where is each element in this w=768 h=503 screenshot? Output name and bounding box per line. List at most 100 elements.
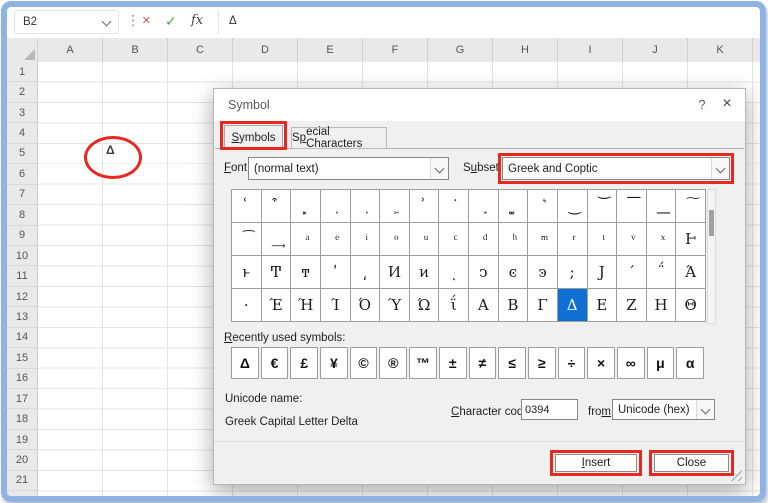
symbol-cell[interactable]: Ί [320, 289, 350, 321]
recent-symbol-cell[interactable]: £ [290, 347, 319, 379]
tab-symbols[interactable]: Symbols [224, 125, 283, 150]
symbol-cell[interactable]: ͛ [528, 190, 557, 222]
formula-input[interactable]: Δ [229, 15, 237, 27]
dropdown-button[interactable] [711, 158, 729, 179]
row-header[interactable]: 21 [7, 471, 37, 492]
recent-symbol-cell[interactable]: ≥ [527, 347, 556, 379]
recent-symbol-cell[interactable]: ¥ [320, 347, 348, 379]
symbol-cell[interactable]: Α [469, 289, 498, 321]
symbol-cell[interactable]: Θ [676, 289, 705, 321]
symbol-cell[interactable]: ͖ [380, 190, 409, 222]
symbol-cell[interactable]: ͯ [646, 223, 676, 255]
help-icon[interactable]: ? [694, 98, 710, 112]
close-icon[interactable]: × [718, 95, 736, 113]
resize-grip[interactable] [730, 469, 742, 481]
symbol-cell[interactable]: · [232, 289, 261, 321]
symbol-cell[interactable]: ͞ [617, 190, 646, 222]
character-code-input[interactable] [521, 399, 578, 420]
column-header[interactable]: B [103, 38, 168, 62]
insert-function-icon[interactable]: fx [191, 13, 203, 28]
symbol-cell[interactable]: ͝ [587, 190, 617, 222]
symbol-cell[interactable]: ͵ [350, 256, 380, 288]
chevron-down-icon[interactable] [101, 16, 112, 27]
recent-symbol-cell[interactable]: μ [646, 347, 675, 379]
column-header[interactable]: J [623, 38, 688, 62]
scrollbar-thumb[interactable] [709, 210, 714, 236]
row-header[interactable]: 11 [7, 266, 37, 287]
symbol-cell[interactable]: ͽ [528, 256, 557, 288]
symbol-cell-selected[interactable]: Δ [557, 289, 587, 321]
font-select[interactable]: (normal text) [248, 157, 449, 180]
recent-symbol-cell[interactable]: © [349, 347, 378, 379]
row-header[interactable]: 17 [7, 389, 37, 410]
recent-symbol-cell[interactable]: × [587, 347, 615, 379]
recent-symbol-cell[interactable]: Δ [231, 347, 259, 379]
symbol-cell[interactable]: ͺ [439, 256, 468, 288]
symbol-cell[interactable]: ͳ [291, 256, 320, 288]
symbol-cell[interactable]: ΄ [617, 256, 646, 288]
symbol-cell[interactable]: ͢ [261, 223, 291, 255]
column-header[interactable]: G [428, 38, 493, 62]
row-header[interactable]: 9 [7, 226, 37, 246]
recent-symbol-cell[interactable]: ∞ [616, 347, 645, 379]
symbol-cell[interactable]: ͷ [409, 256, 439, 288]
symbol-cell[interactable]: Ύ [380, 289, 409, 321]
column-header[interactable]: I [558, 38, 623, 62]
recent-symbol-cell[interactable]: ™ [409, 347, 437, 379]
row-header[interactable]: 15 [7, 348, 37, 369]
symbol-cell[interactable]: ΅ [646, 256, 676, 288]
symbol-cell[interactable]: ͜ [557, 190, 587, 222]
symbol-cell[interactable]: ; [557, 256, 587, 288]
symbol-cell[interactable]: ͤ [320, 223, 350, 255]
row-header[interactable]: 10 [7, 246, 37, 267]
symbol-cell[interactable]: ͗ [409, 190, 439, 222]
symbol-cell[interactable]: Γ [528, 289, 557, 321]
cancel-icon[interactable]: × [142, 12, 151, 29]
symbol-cell[interactable]: ͘ [439, 190, 468, 222]
select-all-corner[interactable] [7, 38, 38, 62]
row-header[interactable]: 13 [7, 307, 37, 328]
symbol-cell[interactable]: Ό [350, 289, 380, 321]
row-header[interactable]: 16 [7, 369, 37, 389]
symbol-cell[interactable]: ͟ [646, 190, 676, 222]
symbol-cell[interactable]: Η [646, 289, 676, 321]
enter-icon[interactable]: ✓ [165, 13, 177, 30]
scrollbar[interactable] [707, 189, 716, 324]
symbol-cell[interactable]: ͚ [498, 190, 528, 222]
recent-symbol-cell[interactable]: € [260, 347, 289, 379]
recent-symbol-cell[interactable]: ≤ [498, 347, 526, 379]
symbol-cell[interactable]: ͙ [469, 190, 498, 222]
symbol-cell[interactable]: Έ [261, 289, 291, 321]
symbol-cell[interactable]: ͼ [498, 256, 528, 288]
row-header[interactable]: 5 [7, 144, 37, 165]
symbol-cell[interactable]: ͮ [617, 223, 646, 255]
subset-select[interactable]: Greek and Coptic [502, 157, 730, 180]
row-header[interactable]: 1 [7, 62, 37, 83]
symbol-cell[interactable]: ͕ [350, 190, 380, 222]
recent-symbol-cell[interactable]: ÷ [557, 347, 586, 379]
row-header[interactable]: 12 [7, 287, 37, 308]
symbol-cell[interactable]: ͠ [676, 190, 705, 222]
dropdown-button[interactable] [696, 400, 714, 419]
symbol-cell[interactable]: ͻ [469, 256, 498, 288]
symbol-cell[interactable]: ͫ [528, 223, 557, 255]
symbol-cell[interactable]: Ζ [617, 289, 646, 321]
row-header[interactable]: 20 [7, 450, 37, 471]
symbol-cell[interactable]: ͣ [291, 223, 320, 255]
symbol-cell[interactable]: ͡ [232, 223, 261, 255]
row-header[interactable]: 3 [7, 103, 37, 124]
from-select[interactable]: Unicode (hex) [612, 399, 715, 420]
symbol-cell[interactable]: ͑ [232, 190, 261, 222]
symbol-cell[interactable]: ͒ [261, 190, 291, 222]
symbol-cell[interactable]: ͪ [498, 223, 528, 255]
row-header[interactable]: 2 [7, 82, 37, 103]
column-header[interactable]: E [298, 38, 363, 62]
symbol-cell[interactable]: Ϳ [587, 256, 617, 288]
row-header[interactable]: 8 [7, 205, 37, 226]
symbol-cell[interactable]: ͬ [557, 223, 587, 255]
column-header[interactable]: F [363, 38, 428, 62]
symbol-cell[interactable]: ΐ [439, 289, 468, 321]
symbol-cell[interactable]: Ώ [409, 289, 439, 321]
symbol-cell[interactable]: Β [498, 289, 528, 321]
symbol-cell[interactable]: ͱ [232, 256, 261, 288]
